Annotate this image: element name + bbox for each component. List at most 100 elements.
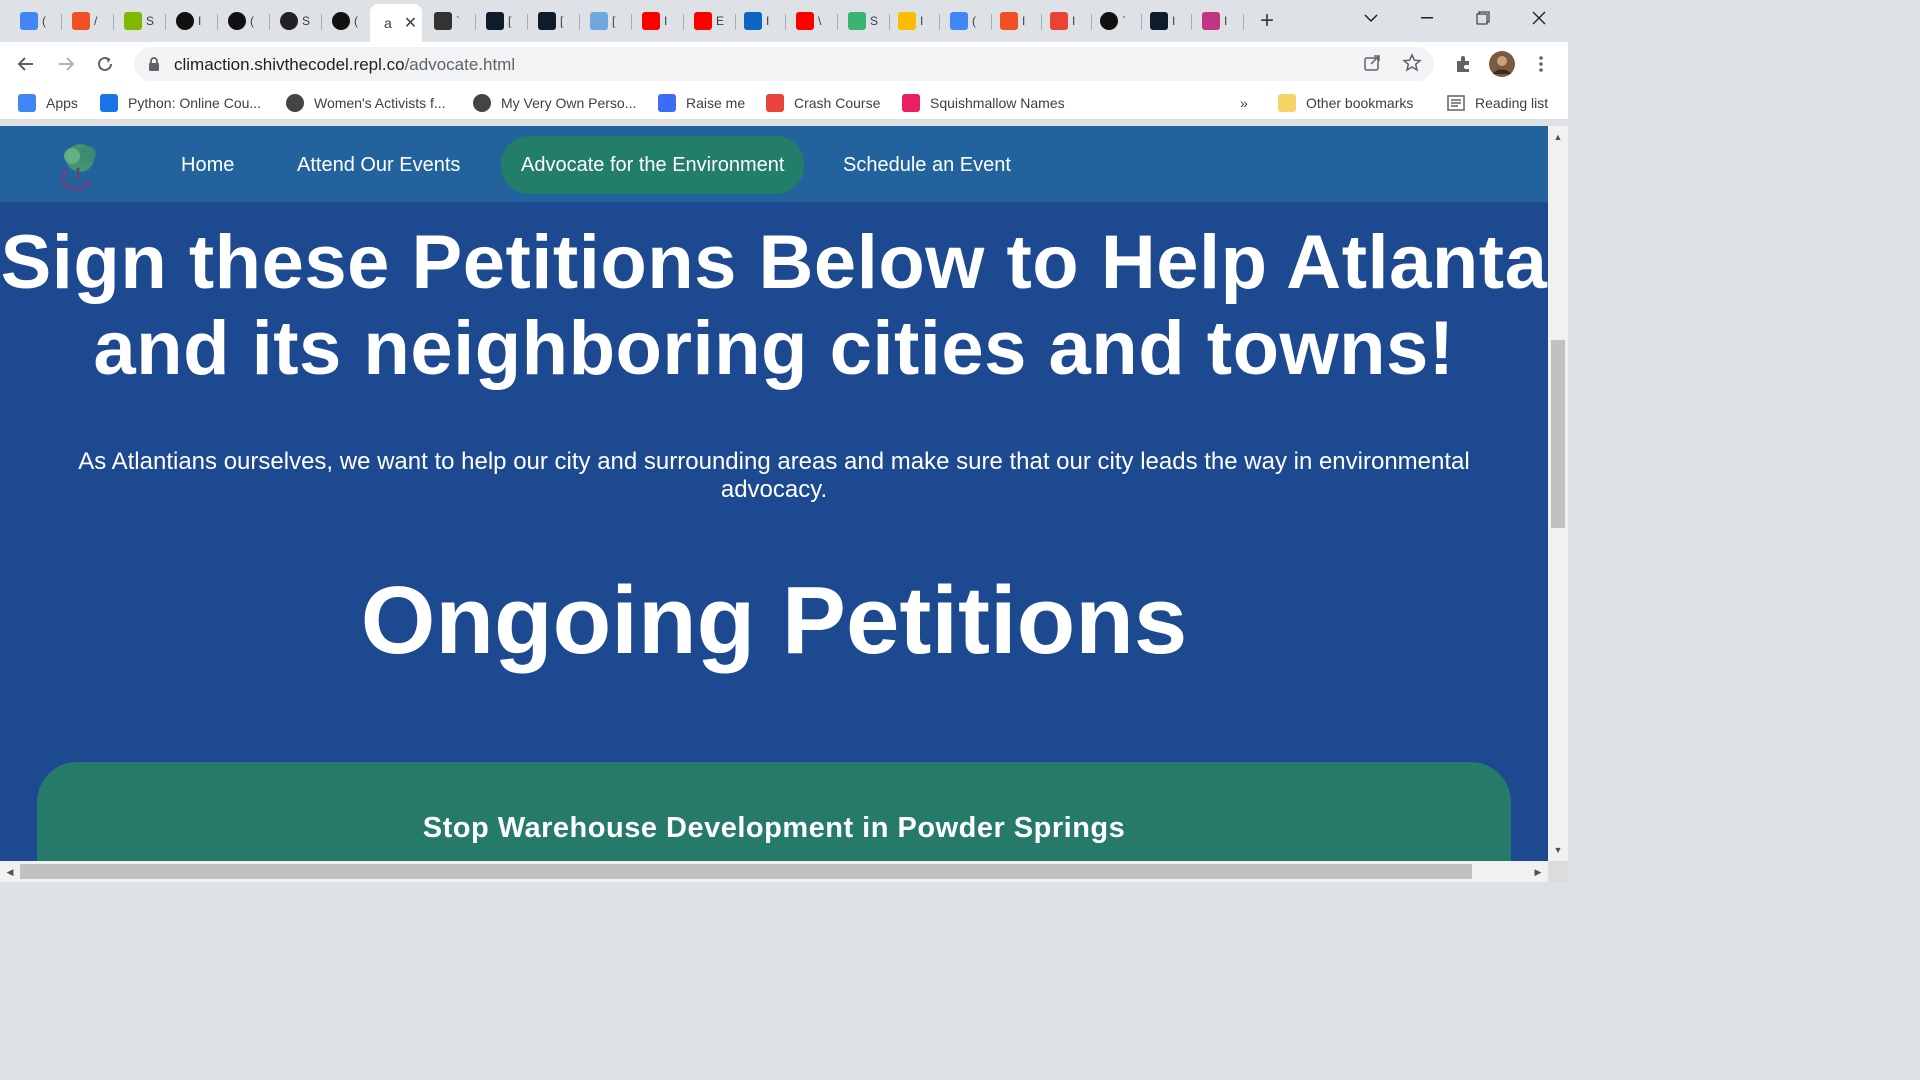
bookmark-label: Apps: [46, 95, 78, 111]
nav-link-home[interactable]: Home: [161, 136, 254, 194]
bookmark-item[interactable]: Raise me: [658, 92, 745, 114]
horizontal-scrollbar[interactable]: ◀ ▶: [0, 861, 1548, 882]
url-host: climaction.shivthecodel.repl.co: [174, 55, 405, 74]
browser-tab[interactable]: I: [1040, 6, 1092, 36]
tab-strip: (/ S I(S(a ✕ `[[[I E I \ S I(I I ` I I +: [0, 0, 1568, 42]
close-tab-icon[interactable]: ✕: [404, 13, 417, 33]
tab-search-chevron-icon[interactable]: [1343, 0, 1399, 36]
google-icon: [20, 12, 38, 30]
youtube-icon: [642, 12, 660, 30]
browser-tab[interactable]: S: [114, 6, 166, 36]
clapperboard-icon: [434, 12, 452, 30]
minimize-icon[interactable]: [1399, 0, 1455, 36]
bookmark-label: My Very Own Perso...: [501, 95, 637, 111]
tab-title: (: [42, 14, 46, 28]
back-icon[interactable]: [12, 50, 40, 78]
scroll-right-arrow-icon[interactable]: ▶: [1528, 863, 1548, 881]
bookmark-label: Raise me: [686, 95, 746, 111]
browser-tab[interactable]: [: [528, 6, 580, 36]
tab-title: I: [1072, 14, 1076, 28]
diamond-icon: [766, 94, 784, 112]
d-logo-icon: [538, 12, 556, 30]
browser-tab[interactable]: `: [1090, 6, 1142, 36]
browser-tab[interactable]: I: [990, 6, 1042, 36]
circle-icon: [1100, 12, 1118, 30]
browser-tab[interactable]: \: [786, 6, 838, 36]
browser-tab[interactable]: E: [684, 6, 736, 36]
browser-tab[interactable]: I: [166, 6, 218, 36]
microsoft-icon: [124, 12, 142, 30]
bookmark-item[interactable]: Python: Online Cou...: [100, 92, 261, 114]
d-logo-icon: [1150, 12, 1168, 30]
browser-tab[interactable]: [: [476, 6, 528, 36]
docs-icon: [950, 12, 968, 30]
tab-title: `: [1122, 14, 1126, 28]
browser-tab[interactable]: S: [270, 6, 322, 36]
forward-icon[interactable]: [52, 50, 80, 78]
scroll-left-arrow-icon[interactable]: ◀: [0, 863, 20, 881]
tab-title: I: [1022, 14, 1026, 28]
reading-list[interactable]: Reading list: [1447, 92, 1548, 114]
scroll-up-arrow-icon[interactable]: ▲: [1548, 128, 1568, 146]
other-bookmarks-label: Other bookmarks: [1306, 95, 1414, 111]
scroll-down-arrow-icon[interactable]: ▼: [1548, 841, 1568, 859]
vertical-scrollbar[interactable]: ▲ ▼: [1548, 126, 1568, 861]
youtube-icon: [694, 12, 712, 30]
browser-tab[interactable]: [: [580, 6, 632, 36]
spiral-icon: [228, 12, 246, 30]
browser-tab[interactable]: S: [838, 6, 890, 36]
bookmark-label: Women's Activists f...: [314, 95, 446, 111]
browser-tab[interactable]: (: [218, 6, 270, 36]
spiral-icon: [332, 12, 350, 30]
p-icon: [848, 12, 866, 30]
tree-logo-icon[interactable]: [54, 140, 106, 192]
restore-icon[interactable]: [1455, 0, 1511, 36]
tab-title: I: [1224, 14, 1228, 28]
bookmark-item[interactable]: Squishmallow Names: [902, 92, 1065, 114]
page-title: Sign these Petitions Below to Help Atlan…: [0, 220, 1548, 391]
bookmark-item[interactable]: Apps: [18, 92, 78, 114]
nav-link-schedule-event[interactable]: Schedule an Event: [823, 136, 1031, 194]
extensions-puzzle-icon[interactable]: [1449, 50, 1477, 78]
bookmark-item[interactable]: Women's Activists f...: [286, 92, 446, 114]
browser-tab[interactable]: (: [10, 6, 62, 36]
close-window-icon[interactable]: [1511, 0, 1567, 36]
gmail-icon: [1050, 12, 1068, 30]
share-icon[interactable]: [1362, 53, 1382, 78]
other-bookmarks[interactable]: Other bookmarks: [1278, 92, 1413, 114]
browser-tab[interactable]: I: [1140, 6, 1192, 36]
tab-title: I: [1172, 14, 1176, 28]
browser-tab[interactable]: I: [632, 6, 684, 36]
bookmark-item[interactable]: Crash Course: [766, 92, 880, 114]
browser-tab[interactable]: `: [424, 6, 476, 36]
address-bar[interactable]: climaction.shivthecodel.repl.co/advocate…: [134, 47, 1434, 81]
new-tab-button[interactable]: +: [1250, 6, 1274, 36]
apps-grid-icon: [18, 94, 36, 112]
browser-tab[interactable]: (: [940, 6, 992, 36]
instagram-icon: [1202, 12, 1220, 30]
browser-tab[interactable]: I: [734, 6, 786, 36]
youtube-icon: [796, 12, 814, 30]
profile-avatar[interactable]: [1488, 50, 1516, 78]
bookmark-item[interactable]: My Very Own Perso...: [473, 92, 636, 114]
reading-list-icon: [1447, 95, 1465, 111]
petition-card[interactable]: Stop Warehouse Development in Powder Spr…: [37, 762, 1511, 861]
browser-tab[interactable]: I: [888, 6, 940, 36]
bookmarks-overflow-button[interactable]: »: [1240, 92, 1248, 114]
browser-tab[interactable]: a ✕: [370, 4, 422, 42]
horizontal-scroll-thumb[interactable]: [20, 864, 1472, 879]
browser-tab[interactable]: /: [62, 6, 114, 36]
nav-link-advocate[interactable]: Advocate for the Environment: [501, 136, 805, 194]
browser-menu-icon[interactable]: [1527, 50, 1555, 78]
browser-toolbar: climaction.shivthecodel.repl.co/advocate…: [0, 42, 1568, 86]
browser-tab[interactable]: (: [322, 6, 374, 36]
tab-title: I: [766, 14, 770, 28]
browser-tab[interactable]: I: [1192, 6, 1244, 36]
vertical-scroll-thumb[interactable]: [1551, 340, 1565, 528]
reload-icon[interactable]: [91, 50, 119, 78]
circle-icon: [176, 12, 194, 30]
bookmark-star-icon[interactable]: [1402, 53, 1422, 78]
reading-list-label: Reading list: [1475, 95, 1549, 111]
tab-title: `: [456, 14, 460, 28]
nav-link-attend-events[interactable]: Attend Our Events: [277, 136, 480, 194]
